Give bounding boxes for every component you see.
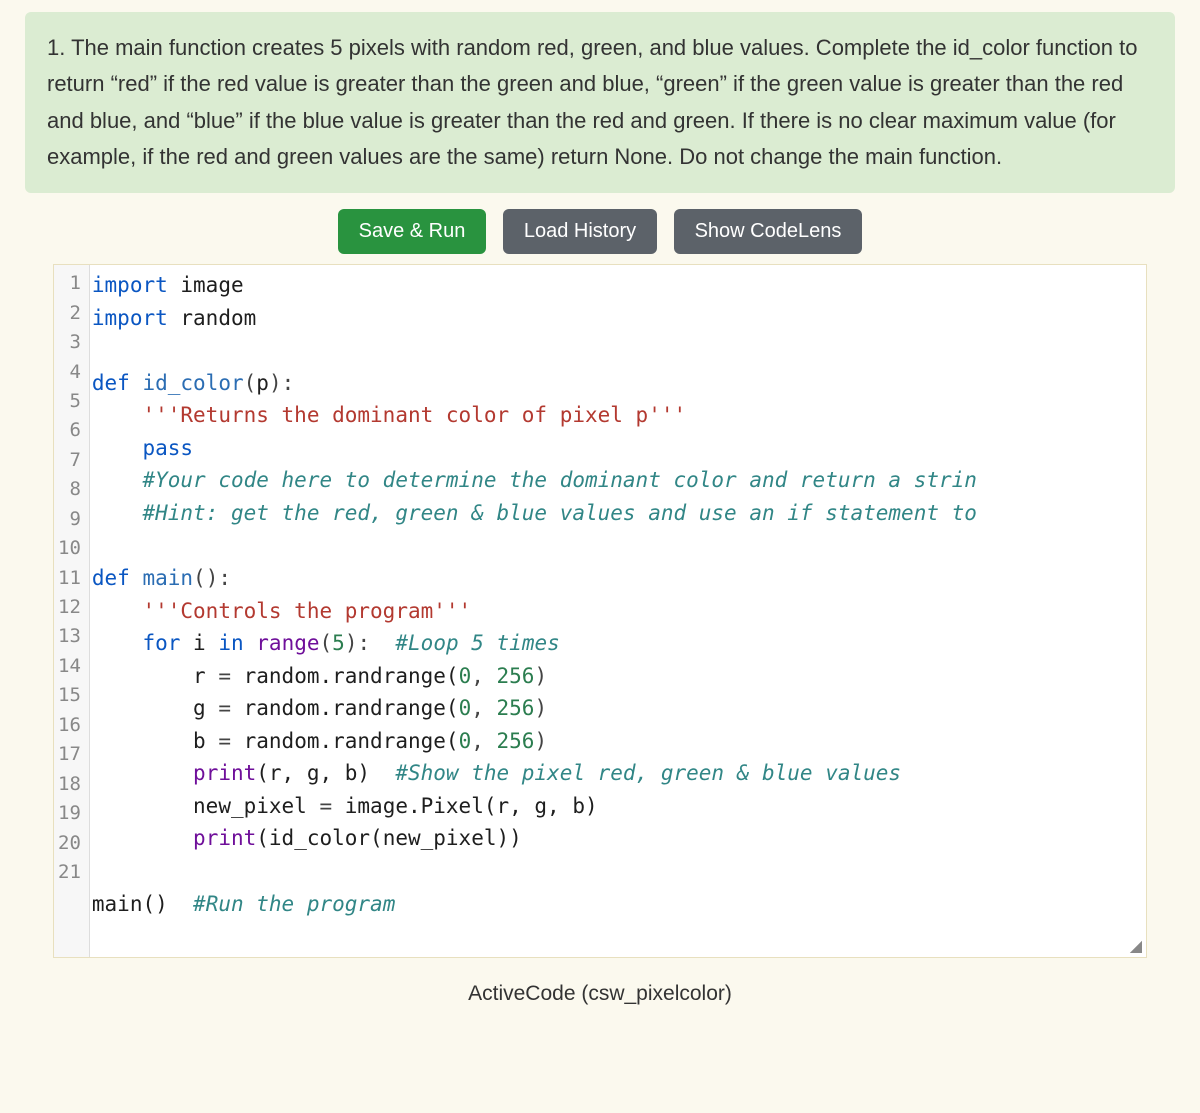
- line-number: 12: [58, 593, 83, 622]
- line-number: 13: [58, 622, 83, 651]
- code-line[interactable]: g = random.randrange(0, 256): [92, 692, 1140, 725]
- line-number: 1: [58, 269, 83, 298]
- code-line[interactable]: def main():: [92, 562, 1140, 595]
- code-line[interactable]: new_pixel = image.Pixel(r, g, b): [92, 790, 1140, 823]
- line-number: 6: [58, 416, 83, 445]
- code-line[interactable]: #Your code here to determine the dominan…: [92, 464, 1140, 497]
- line-number: 8: [58, 475, 83, 504]
- code-line[interactable]: b = random.randrange(0, 256): [92, 725, 1140, 758]
- line-number: 9: [58, 505, 83, 534]
- line-number-gutter: 123456789101112131415161718192021: [54, 265, 90, 956]
- show-codelens-button[interactable]: Show CodeLens: [674, 209, 863, 254]
- editor-toolbar: Save & Run Load History Show CodeLens: [25, 209, 1175, 254]
- line-number: 7: [58, 446, 83, 475]
- code-line[interactable]: '''Controls the program''': [92, 595, 1140, 628]
- code-line[interactable]: print(r, g, b) #Show the pixel red, gree…: [92, 757, 1140, 790]
- line-number: 21: [58, 858, 83, 887]
- exercise-prompt: 1. The main function creates 5 pixels wi…: [25, 12, 1175, 193]
- line-number: 10: [58, 534, 83, 563]
- line-number: 11: [58, 564, 83, 593]
- code-line[interactable]: main() #Run the program: [92, 888, 1140, 921]
- line-number: 16: [58, 711, 83, 740]
- code-area[interactable]: import imageimport random def id_color(p…: [90, 265, 1146, 956]
- resize-handle-icon[interactable]: ◢: [1130, 939, 1142, 955]
- line-number: 2: [58, 299, 83, 328]
- code-line[interactable]: def id_color(p):: [92, 367, 1140, 400]
- line-number: 18: [58, 770, 83, 799]
- line-number: 15: [58, 681, 83, 710]
- code-line[interactable]: import random: [92, 302, 1140, 335]
- line-number: 3: [58, 328, 83, 357]
- line-number: 14: [58, 652, 83, 681]
- line-number: 4: [58, 358, 83, 387]
- code-editor[interactable]: 123456789101112131415161718192021 import…: [53, 264, 1147, 957]
- line-number: 5: [58, 387, 83, 416]
- save-run-button[interactable]: Save & Run: [338, 209, 487, 254]
- code-line[interactable]: r = random.randrange(0, 256): [92, 660, 1140, 693]
- code-line[interactable]: [92, 855, 1140, 888]
- code-line[interactable]: [92, 334, 1140, 367]
- code-line[interactable]: for i in range(5): #Loop 5 times: [92, 627, 1140, 660]
- load-history-button[interactable]: Load History: [503, 209, 657, 254]
- code-line[interactable]: import image: [92, 269, 1140, 302]
- code-line[interactable]: pass: [92, 432, 1140, 465]
- code-line[interactable]: #Hint: get the red, green & blue values …: [92, 497, 1140, 530]
- code-line[interactable]: [92, 530, 1140, 563]
- line-number: 17: [58, 740, 83, 769]
- code-line[interactable]: print(id_color(new_pixel)): [92, 822, 1140, 855]
- code-line[interactable]: '''Returns the dominant color of pixel p…: [92, 399, 1140, 432]
- line-number: 20: [58, 829, 83, 858]
- code-line[interactable]: [92, 920, 1140, 953]
- line-number: 19: [58, 799, 83, 828]
- activecode-caption: ActiveCode (csw_pixelcolor): [25, 982, 1175, 1008]
